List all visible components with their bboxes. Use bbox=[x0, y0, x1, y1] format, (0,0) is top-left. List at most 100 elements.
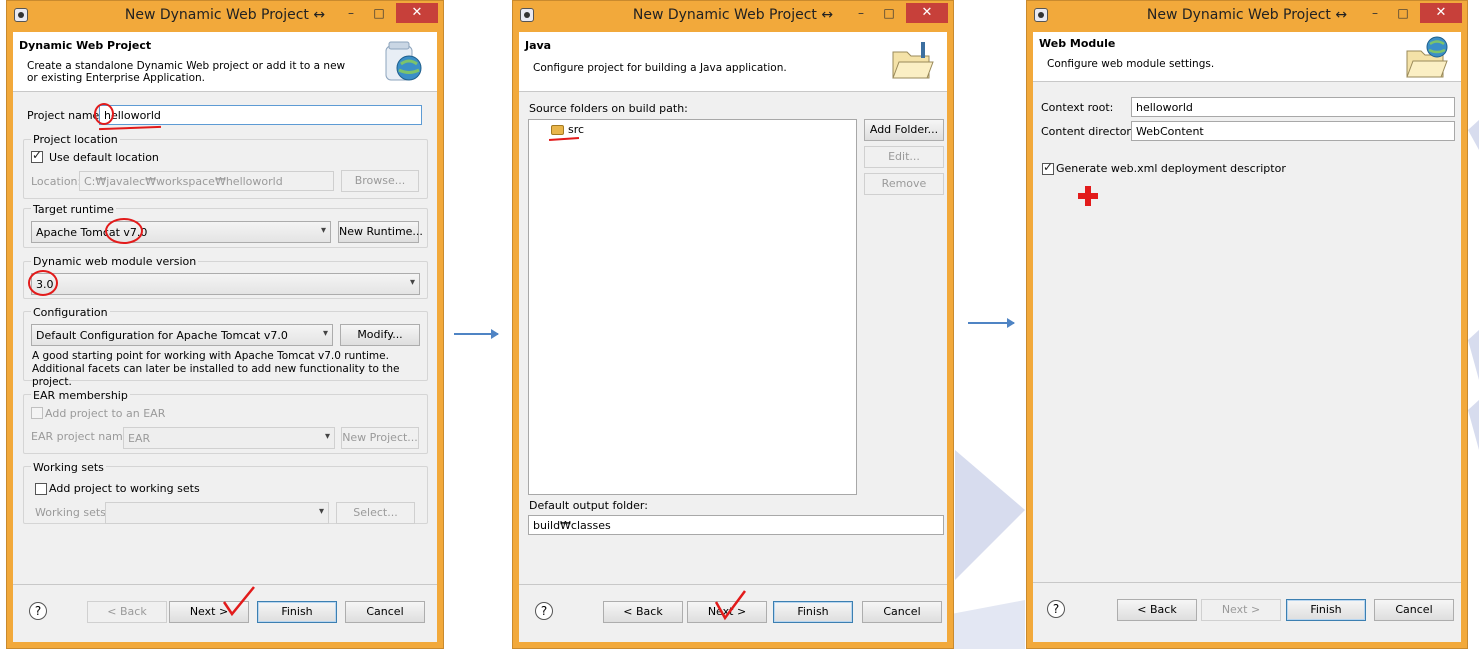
add-to-ear-label: Add project to an EAR bbox=[45, 407, 166, 420]
banner-heading: Dynamic Web Project bbox=[19, 39, 152, 52]
web-project-jar-icon bbox=[385, 41, 422, 81]
title-bar[interactable]: New Dynamic Web Project ↔ – □ ✕ bbox=[512, 0, 954, 32]
cancel-button[interactable]: Cancel bbox=[862, 601, 942, 623]
maximize-button[interactable]: □ bbox=[368, 4, 390, 22]
content-directory-label: Content directory: bbox=[1041, 125, 1141, 138]
folder-icon bbox=[892, 42, 934, 79]
annotation-circle-runtime-version bbox=[105, 218, 143, 244]
wizard-banner: Java Configure project for building a Ja… bbox=[519, 32, 947, 92]
project-name-label: Project name: bbox=[27, 109, 104, 122]
minimize-button[interactable]: – bbox=[340, 4, 362, 22]
project-location-label: Project location bbox=[31, 133, 120, 146]
chevron-down-icon: ▾ bbox=[324, 431, 330, 442]
help-icon[interactable]: ? bbox=[1047, 600, 1065, 618]
list-item-label: src bbox=[568, 123, 585, 136]
wizard-window-web-module: New Dynamic Web Project ↔ – □ ✕ Web Modu… bbox=[1026, 0, 1468, 649]
source-folders-list[interactable]: src bbox=[528, 119, 857, 495]
footer-separator bbox=[1033, 582, 1461, 583]
banner-description: Create a standalone Dynamic Web project … bbox=[27, 60, 346, 84]
package-folder-icon bbox=[551, 124, 564, 135]
title-bar[interactable]: New Dynamic Web Project ↔ – □ ✕ bbox=[1026, 0, 1468, 32]
minimize-button[interactable]: – bbox=[1364, 4, 1386, 22]
maximize-button[interactable]: □ bbox=[1392, 4, 1414, 22]
new-runtime-button[interactable]: New Runtime... bbox=[338, 221, 423, 243]
default-output-label: Default output folder: bbox=[529, 499, 648, 512]
configuration-label: Configuration bbox=[31, 306, 110, 319]
ear-project-name-label: EAR project name: bbox=[31, 430, 134, 443]
select-button[interactable]: Select... bbox=[336, 502, 415, 524]
cancel-button[interactable]: Cancel bbox=[1374, 599, 1454, 621]
default-output-input[interactable]: build₩classes bbox=[528, 515, 944, 535]
flow-arrow-1 bbox=[454, 329, 499, 339]
add-folder-button[interactable]: Add Folder... bbox=[864, 119, 944, 141]
ear-project-name-select[interactable]: EAR ▾ bbox=[123, 427, 335, 449]
banner-description: Configure project for building a Java ap… bbox=[533, 62, 787, 74]
module-version-select[interactable]: 3.0 ▾ bbox=[31, 273, 420, 295]
chevron-down-icon: ▾ bbox=[322, 328, 328, 339]
close-button[interactable]: ✕ bbox=[906, 3, 948, 23]
annotation-underline-project-name bbox=[98, 125, 162, 131]
annotation-checkmark-next bbox=[222, 586, 255, 617]
use-default-location-checkbox[interactable] bbox=[31, 148, 43, 163]
close-button[interactable]: ✕ bbox=[1420, 3, 1462, 23]
footer-separator bbox=[519, 584, 947, 585]
chevron-down-icon: ▾ bbox=[320, 225, 326, 236]
generate-webxml-label: Generate web.xml deployment descriptor bbox=[1056, 162, 1286, 175]
generate-webxml-checkbox[interactable] bbox=[1042, 160, 1054, 175]
title-bar[interactable]: New Dynamic Web Project ↔ – □ ✕ bbox=[6, 0, 444, 32]
configuration-description: A good starting point for working with A… bbox=[32, 350, 400, 388]
window-client: Java Configure project for building a Ja… bbox=[519, 32, 947, 642]
finish-button[interactable]: Finish bbox=[257, 601, 337, 623]
source-folders-label: Source folders on build path: bbox=[529, 102, 688, 115]
back-button[interactable]: < Back bbox=[1117, 599, 1197, 621]
add-to-working-sets-label: Add project to working sets bbox=[49, 482, 200, 495]
chevron-down-icon: ▾ bbox=[409, 277, 415, 288]
location-label: Location: bbox=[31, 175, 82, 188]
new-project-button[interactable]: New Project... bbox=[341, 427, 419, 449]
browse-button[interactable]: Browse... bbox=[341, 170, 419, 192]
cancel-button[interactable]: Cancel bbox=[345, 601, 425, 623]
module-version-label: Dynamic web module version bbox=[31, 255, 199, 268]
target-runtime-select[interactable]: Apache Tomcat v7.0 ▾ bbox=[31, 221, 331, 243]
remove-button[interactable]: Remove bbox=[864, 173, 944, 195]
add-to-working-sets-checkbox[interactable] bbox=[35, 483, 47, 495]
project-name-input[interactable]: helloworld bbox=[99, 105, 422, 125]
content-directory-input[interactable]: WebContent bbox=[1131, 121, 1455, 141]
close-button[interactable]: ✕ bbox=[396, 3, 438, 23]
help-icon[interactable]: ? bbox=[29, 602, 47, 620]
use-default-location-label: Use default location bbox=[49, 151, 159, 164]
minimize-button[interactable]: – bbox=[850, 4, 872, 22]
target-runtime-label: Target runtime bbox=[31, 203, 116, 216]
annotation-plus-icon bbox=[1078, 186, 1098, 206]
working-sets-label: Working sets bbox=[31, 461, 106, 474]
ear-membership-label: EAR membership bbox=[31, 389, 130, 402]
configuration-select[interactable]: Default Configuration for Apache Tomcat … bbox=[31, 324, 333, 346]
context-root-input[interactable]: helloworld bbox=[1131, 97, 1455, 117]
working-sets-select[interactable]: ▾ bbox=[105, 502, 329, 524]
banner-description: Configure web module settings. bbox=[1047, 58, 1215, 70]
maximize-button[interactable]: □ bbox=[878, 4, 900, 22]
modify-button[interactable]: Modify... bbox=[340, 324, 420, 346]
help-icon[interactable]: ? bbox=[535, 602, 553, 620]
annotation-circle-module-version bbox=[28, 270, 58, 296]
context-root-label: Context root: bbox=[1041, 101, 1114, 114]
wizard-banner: Web Module Configure web module settings… bbox=[1033, 32, 1461, 82]
next-button[interactable]: Next > bbox=[1201, 599, 1281, 621]
wizard-window-project: New Dynamic Web Project ↔ – □ ✕ Dynamic … bbox=[6, 0, 444, 649]
list-item[interactable]: src bbox=[551, 123, 584, 136]
web-module-folder-icon bbox=[1406, 36, 1448, 78]
location-input[interactable]: C:₩javalec₩workspace₩helloworld bbox=[79, 171, 334, 191]
wizard-banner: Dynamic Web Project Create a standalone … bbox=[13, 32, 437, 92]
edit-button[interactable]: Edit... bbox=[864, 146, 944, 168]
wizard-window-java: New Dynamic Web Project ↔ – □ ✕ Java Con… bbox=[512, 0, 954, 649]
working-sets-field-label: Working sets: bbox=[35, 506, 110, 519]
banner-heading: Web Module bbox=[1039, 37, 1116, 50]
add-to-ear-checkbox[interactable] bbox=[31, 407, 43, 419]
annotation-circle-project-name bbox=[94, 103, 114, 125]
back-button[interactable]: < Back bbox=[87, 601, 167, 623]
finish-button[interactable]: Finish bbox=[1286, 599, 1366, 621]
annotation-checkmark-next bbox=[714, 590, 747, 621]
back-button[interactable]: < Back bbox=[603, 601, 683, 623]
finish-button[interactable]: Finish bbox=[773, 601, 853, 623]
banner-heading: Java bbox=[525, 39, 552, 52]
